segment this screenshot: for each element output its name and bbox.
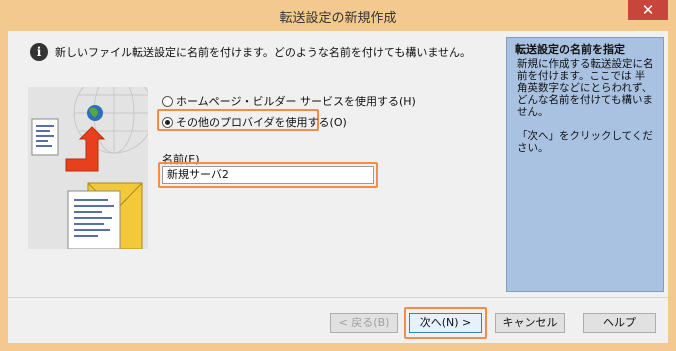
help-instruction: 「次へ」をクリックしてください。 xyxy=(517,130,653,154)
dialog-client-area: i 新しいファイル転送設定に名前を付けます。どのような名前を付けても構いません。 xyxy=(8,31,668,343)
help-button[interactable]: ヘルプ xyxy=(583,313,656,333)
close-icon: ✕ xyxy=(641,1,655,19)
name-input[interactable]: 新規サーバ2 xyxy=(162,166,374,184)
next-button[interactable]: 次へ(N) > xyxy=(409,313,482,333)
back-button[interactable]: < 戻る(B) xyxy=(330,313,398,333)
dialog-window: 転送設定の新規作成 ✕ i 新しいファイル転送設定に名前を付けます。どのような名… xyxy=(0,0,676,351)
large-document-icon xyxy=(67,190,121,249)
divider xyxy=(8,297,668,298)
radio-label: ホームページ・ビルダー サービスを使用する(H) xyxy=(176,95,416,108)
arrow-graphic xyxy=(65,126,106,172)
help-title: 転送設定の名前を指定 xyxy=(515,43,625,56)
radio-button[interactable] xyxy=(162,95,173,107)
title-bar[interactable]: 転送設定の新規作成 ✕ xyxy=(0,0,676,31)
radio-label: その他のプロバイダを使用する(O) xyxy=(176,116,347,129)
help-body: 新規に作成する転送設定に名前を付けます。ここでは 半角英数字などにとらわれず、ど… xyxy=(517,58,654,118)
info-message: 新しいファイル転送設定に名前を付けます。どのような名前を付けても構いません。 xyxy=(55,46,472,59)
close-button[interactable]: ✕ xyxy=(628,0,668,20)
globe-graphic xyxy=(73,87,148,154)
radio-button[interactable] xyxy=(162,116,173,128)
info-icon: i xyxy=(30,43,48,61)
radio-homepage-builder[interactable]: ホームページ・ビルダー サービスを使用する(H) xyxy=(162,93,416,109)
wizard-illustration xyxy=(28,87,148,249)
small-document-icon xyxy=(31,118,59,156)
cancel-button[interactable]: キャンセル xyxy=(495,313,565,333)
help-panel: 転送設定の名前を指定 新規に作成する転送設定に名前を付けます。ここでは 半角英数… xyxy=(506,37,664,292)
radio-other-provider[interactable]: その他のプロバイダを使用する(O) xyxy=(162,114,347,130)
window-title: 転送設定の新規作成 xyxy=(279,11,397,26)
earth-icon xyxy=(87,105,103,121)
